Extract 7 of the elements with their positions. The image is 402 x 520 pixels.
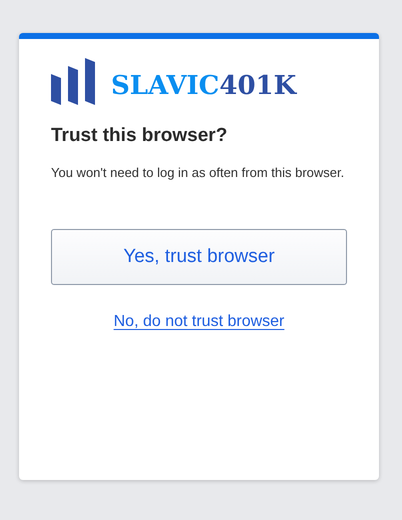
trust-button[interactable]: Yes, trust browser	[51, 229, 347, 285]
bar-chart-icon	[51, 58, 97, 105]
logo-text: SLAVIC	[111, 73, 220, 99]
logo-text: 401K	[219, 73, 296, 99]
decline-link[interactable]: No, do not trust browser	[114, 313, 284, 331]
message-text: You won't need to log in as often from this browser.	[51, 164, 346, 182]
dialog-heading: Trust this browser?	[51, 125, 228, 147]
